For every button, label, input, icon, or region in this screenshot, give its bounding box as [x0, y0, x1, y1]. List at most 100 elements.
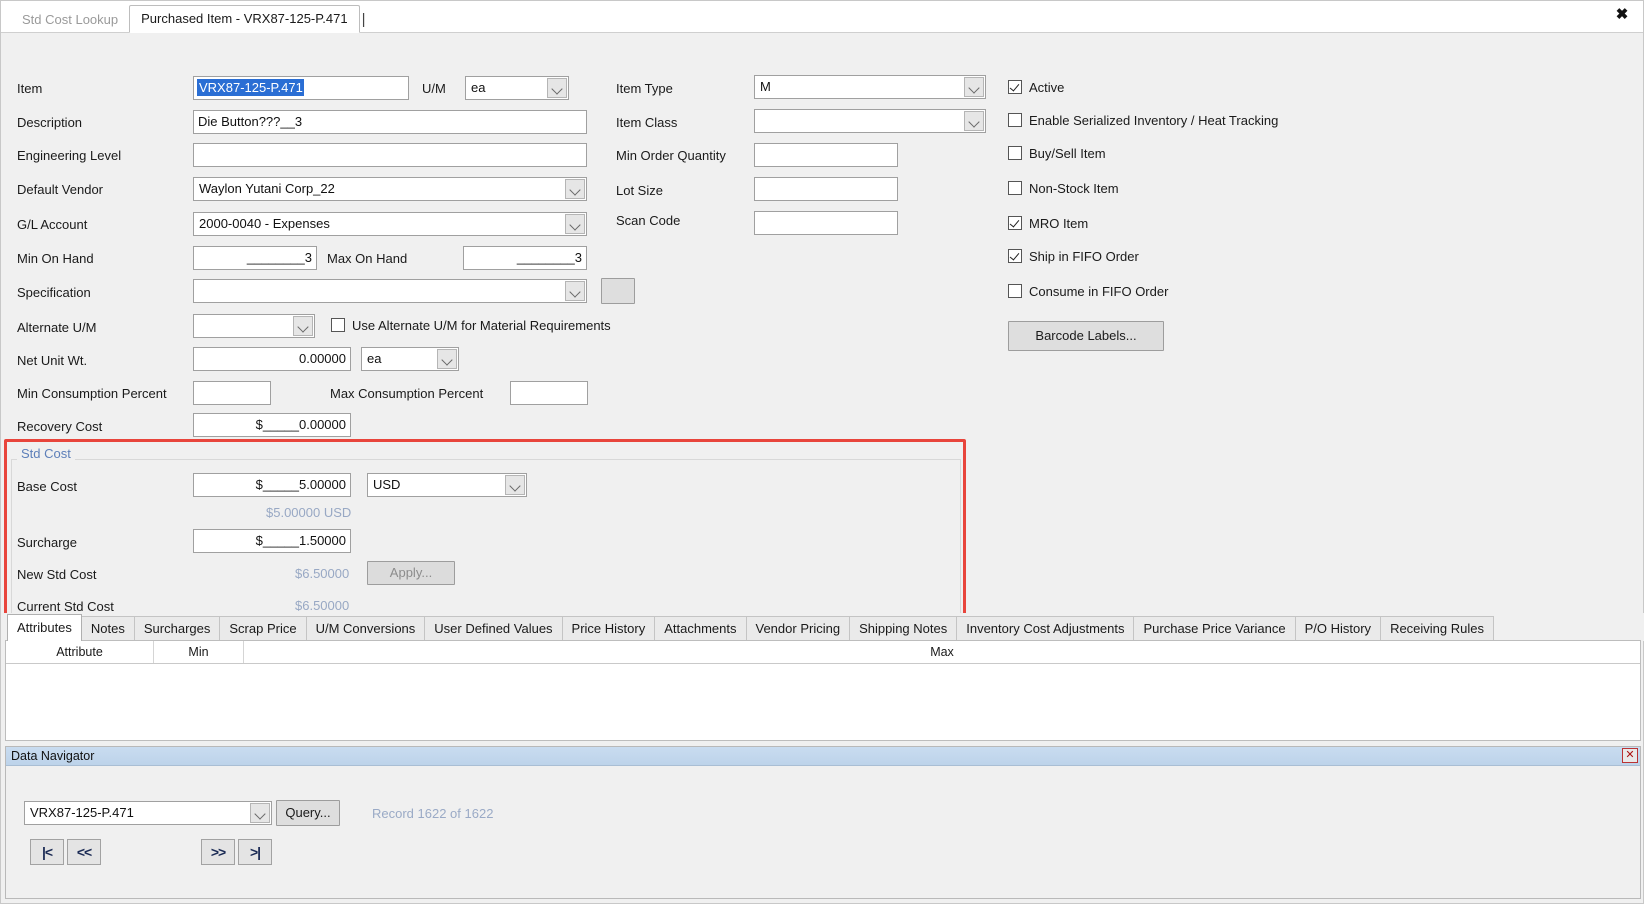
- query-button[interactable]: Query...: [276, 800, 340, 826]
- checkbox-enable-serialized-inventory[interactable]: Enable Serialized Inventory / Heat Track…: [1008, 113, 1278, 129]
- item-class-combo[interactable]: [754, 109, 986, 133]
- lot-size-label: Lot Size: [616, 183, 663, 198]
- specification-label: Specification: [17, 285, 91, 300]
- engineering-level-label: Engineering Level: [17, 148, 122, 163]
- last-record-button[interactable]: >|: [238, 839, 272, 865]
- new-std-cost-value: $6.50000: [295, 566, 350, 581]
- chevron-down-icon[interactable]: [565, 214, 585, 234]
- default-vendor-combo[interactable]: Waylon Yutani Corp_22: [193, 177, 587, 201]
- tab-surcharges[interactable]: Surcharges: [133, 616, 221, 641]
- apply-button[interactable]: Apply...: [367, 561, 455, 585]
- column-header-max[interactable]: Max: [244, 641, 1640, 663]
- tab-price-history[interactable]: Price History: [561, 616, 656, 641]
- min-order-quantity-input[interactable]: [754, 143, 898, 167]
- tab-inventory-cost-adjustments[interactable]: Inventory Cost Adjustments: [956, 616, 1135, 641]
- tab-scrap-price[interactable]: Scrap Price: [219, 616, 307, 641]
- chevron-down-icon[interactable]: [964, 77, 984, 97]
- checkbox-ship-in-fifo-order[interactable]: Ship in FIFO Order: [1008, 249, 1139, 265]
- max-on-hand-input[interactable]: ________3: [463, 246, 587, 270]
- min-on-hand-input[interactable]: ________3: [193, 246, 317, 270]
- previous-record-button[interactable]: <<: [67, 839, 101, 865]
- um-combo[interactable]: ea: [465, 76, 569, 100]
- currency-value: USD: [373, 477, 401, 492]
- collapse-icon[interactable]: ✕: [1622, 748, 1638, 763]
- lot-size-input[interactable]: [754, 177, 898, 201]
- tab-shipping-notes[interactable]: Shipping Notes: [849, 616, 958, 641]
- gl-account-combo[interactable]: 2000-0040 - Expenses: [193, 212, 587, 236]
- column-header-min[interactable]: Min: [154, 641, 244, 663]
- attributes-grid[interactable]: Attribute Min Max: [5, 640, 1641, 741]
- use-alternate-um-checkbox[interactable]: Use Alternate U/M for Material Requireme…: [331, 318, 611, 334]
- net-unit-wt-um-combo[interactable]: ea: [361, 347, 459, 371]
- checkbox-enable-serialized-inventory-label: Enable Serialized Inventory / Heat Track…: [1029, 113, 1279, 128]
- checkbox-consume-in-fifo-order[interactable]: Consume in FIFO Order: [1008, 284, 1168, 300]
- description-input[interactable]: Die Button???__3: [193, 110, 587, 134]
- specification-combo[interactable]: [193, 279, 587, 303]
- item-type-label: Item Type: [616, 81, 673, 96]
- tab-vendor-pricing[interactable]: Vendor Pricing: [745, 616, 851, 641]
- chevron-down-icon[interactable]: [293, 316, 313, 336]
- document-tab-bar: Std Cost Lookup Purchased Item - VRX87-1…: [1, 1, 1643, 33]
- checkbox-box: [1008, 181, 1022, 195]
- chevron-down-icon[interactable]: [437, 349, 457, 369]
- item-type-value: M: [760, 79, 771, 94]
- checkbox-non-stock-item[interactable]: Non-Stock Item: [1008, 181, 1119, 197]
- checkbox-consume-in-fifo-order-label: Consume in FIFO Order: [1029, 284, 1169, 299]
- gl-account-value: 2000-0040 - Expenses: [199, 216, 330, 231]
- um-combo-value: ea: [471, 80, 486, 95]
- tab-po-history[interactable]: P/O History: [1294, 616, 1382, 641]
- checkbox-mro-item[interactable]: MRO Item: [1008, 216, 1088, 232]
- item-input-value: VRX87-125-P.471: [197, 79, 304, 96]
- net-unit-wt-input[interactable]: 0.00000: [193, 347, 351, 371]
- chevron-down-icon[interactable]: [547, 78, 567, 98]
- doc-tab-purchased-item[interactable]: Purchased Item - VRX87-125-P.471: [129, 5, 360, 33]
- doc-tab-std-cost-lookup[interactable]: Std Cost Lookup: [11, 7, 129, 32]
- tab-um-conversions[interactable]: U/M Conversions: [305, 616, 426, 641]
- currency-combo[interactable]: USD: [367, 473, 527, 497]
- tab-user-defined-values[interactable]: User Defined Values: [424, 616, 563, 641]
- chevron-down-icon[interactable]: [565, 179, 585, 199]
- record-selector-combo[interactable]: VRX87-125-P.471: [24, 801, 272, 825]
- chevron-down-icon[interactable]: [565, 281, 585, 301]
- checkbox-ship-in-fifo-order-label: Ship in FIFO Order: [1029, 249, 1139, 264]
- max-consumption-percent-label: Max Consumption Percent: [330, 386, 484, 401]
- item-input[interactable]: VRX87-125-P.471: [193, 76, 409, 100]
- use-alternate-um-label: Use Alternate U/M for Material Requireme…: [352, 318, 611, 333]
- record-selector-value: VRX87-125-P.471: [30, 805, 134, 820]
- tab-attachments[interactable]: Attachments: [654, 616, 747, 641]
- default-vendor-label: Default Vendor: [17, 182, 104, 197]
- chevron-down-icon[interactable]: [964, 111, 984, 131]
- surcharge-input[interactable]: $_____1.50000: [193, 529, 351, 553]
- close-icon[interactable]: ✖: [1610, 3, 1634, 27]
- tab-receiving-rules[interactable]: Receiving Rules: [1380, 616, 1494, 641]
- record-count-info: Record 1622 of 1622: [372, 806, 494, 821]
- checkbox-active[interactable]: Active: [1008, 80, 1064, 96]
- data-navigator-body: VRX87-125-P.471 Query... Record 1622 of …: [6, 766, 1640, 899]
- first-record-button[interactable]: |<: [30, 839, 64, 865]
- net-unit-wt-um-value: ea: [367, 351, 382, 366]
- tab-purchase-price-variance[interactable]: Purchase Price Variance: [1133, 616, 1296, 641]
- alternate-um-combo[interactable]: [193, 314, 315, 338]
- scan-code-input[interactable]: [754, 211, 898, 235]
- checkbox-mro-item-label: MRO Item: [1029, 216, 1089, 231]
- tab-attributes[interactable]: Attributes: [7, 614, 82, 641]
- tab-notes[interactable]: Notes: [80, 616, 135, 641]
- max-consumption-percent-input[interactable]: [510, 381, 588, 405]
- barcode-labels-button[interactable]: Barcode Labels...: [1008, 321, 1164, 351]
- min-consumption-percent-input[interactable]: [193, 381, 271, 405]
- recovery-cost-input[interactable]: $_____0.00000: [193, 413, 351, 437]
- attributes-grid-body[interactable]: [6, 664, 1640, 742]
- chevron-down-icon[interactable]: [250, 803, 270, 823]
- min-consumption-percent-label: Min Consumption Percent: [17, 386, 167, 401]
- recovery-cost-label: Recovery Cost: [17, 419, 103, 434]
- std-cost-group-title: Std Cost: [17, 447, 75, 461]
- item-type-combo[interactable]: M: [754, 75, 986, 99]
- chevron-down-icon[interactable]: [505, 475, 525, 495]
- base-cost-input[interactable]: $_____5.00000: [193, 473, 351, 497]
- specification-browse-button[interactable]: [601, 278, 635, 304]
- net-unit-wt-label: Net Unit Wt.: [17, 353, 88, 368]
- column-header-attribute[interactable]: Attribute: [6, 641, 154, 663]
- checkbox-buy-sell-item[interactable]: Buy/Sell Item: [1008, 146, 1106, 162]
- engineering-level-input[interactable]: [193, 143, 587, 167]
- next-record-button[interactable]: >>: [201, 839, 235, 865]
